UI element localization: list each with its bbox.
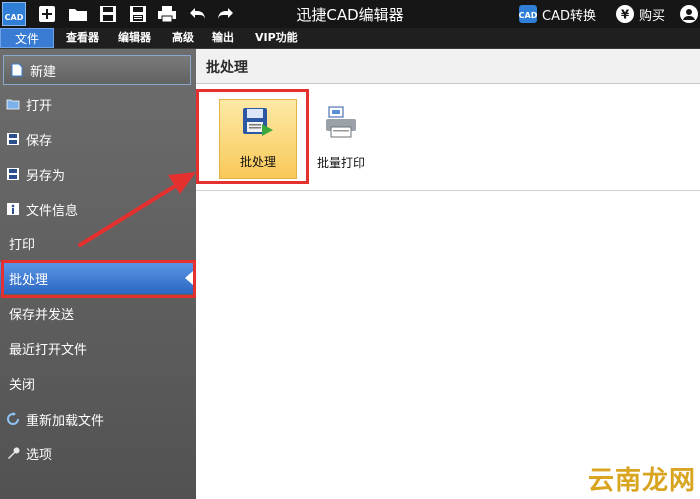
annotation-arrow <box>78 172 196 247</box>
watermark-text: 云南龙网 <box>587 466 696 496</box>
